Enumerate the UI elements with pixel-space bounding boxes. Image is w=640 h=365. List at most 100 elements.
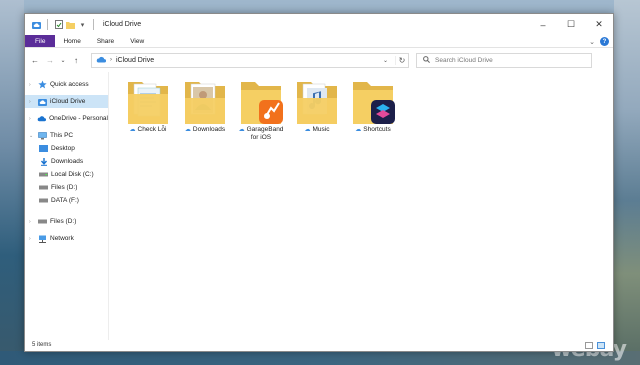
- sidebar-item-quick-access[interactable]: › Quick access: [25, 78, 108, 91]
- ribbon-tabs: File Home Share View ⌄ ?: [25, 35, 613, 48]
- sidebar-item-label: Network: [50, 235, 74, 242]
- view-toggle: [585, 341, 613, 349]
- toolbar-divider: [93, 19, 94, 30]
- sidebar-item-files-d[interactable]: Files (D:): [25, 181, 108, 194]
- breadcrumb-separator-icon[interactable]: ›: [110, 57, 112, 63]
- icloud-folder-icon: [32, 20, 41, 29]
- desktop-wallpaper-right: [614, 0, 640, 365]
- window-controls: – ☐ ✕: [529, 14, 613, 35]
- cloud-status-icon: ☁: [238, 127, 245, 133]
- folder-name: Music: [312, 126, 330, 133]
- cloud-status-icon: ☁: [304, 127, 311, 133]
- quick-access-toolbar: ▾ iCloud Drive: [25, 19, 141, 30]
- folder-label: ☁ Check Lỗi: [120, 126, 176, 134]
- drive-icon: [39, 183, 48, 192]
- sidebar-item-label: Files (D:): [50, 218, 77, 225]
- tab-home[interactable]: Home: [55, 35, 88, 47]
- folder-item[interactable]: ☁ GarageBand for iOS: [233, 74, 289, 142]
- expand-ribbon-icon[interactable]: ⌄: [589, 38, 595, 46]
- drive-icon: [39, 170, 48, 179]
- refresh-icon[interactable]: ↻: [395, 55, 408, 65]
- folder-item[interactable]: ☁ Check Lỗi: [120, 74, 176, 134]
- up-button[interactable]: ↑: [70, 53, 82, 67]
- chevron-right-icon[interactable]: ›: [29, 219, 35, 225]
- explorer-body: › Quick access › iCloud Drive › OneDrive…: [25, 72, 613, 340]
- title-bar[interactable]: ▾ iCloud Drive – ☐ ✕: [25, 14, 613, 35]
- pc-icon: [38, 131, 47, 140]
- status-bar: 5 items: [25, 339, 613, 351]
- minimize-button[interactable]: –: [529, 14, 557, 35]
- forward-button[interactable]: →: [44, 53, 56, 67]
- breadcrumb-icloud-drive[interactable]: iCloud Drive: [116, 57, 154, 64]
- cloud-status-icon: ☁: [129, 127, 136, 133]
- ribbon-controls: ⌄ ?: [589, 36, 609, 47]
- search-input[interactable]: Search iCloud Drive: [416, 52, 592, 68]
- drive-icon: [39, 196, 48, 205]
- sidebar-item-label: Local Disk (C:): [51, 171, 94, 178]
- sidebar-item-local-disk-c[interactable]: Local Disk (C:): [25, 168, 108, 181]
- cloud-icon: [96, 56, 107, 65]
- sidebar-item-label: OneDrive - Personal: [49, 115, 108, 122]
- sidebar-item-icloud-drive[interactable]: › iCloud Drive: [25, 95, 108, 108]
- download-icon: [39, 157, 48, 166]
- chevron-right-icon[interactable]: ›: [29, 116, 34, 122]
- onedrive-icon: [37, 114, 47, 123]
- properties-icon[interactable]: [54, 20, 63, 29]
- folder-icon: [349, 74, 397, 126]
- folder-icon: [237, 74, 285, 126]
- navigation-bar: ← → ⌄ ↑ › iCloud Drive ⌄ ↻ Search iCloud…: [25, 48, 613, 72]
- star-icon: [38, 80, 47, 89]
- tab-file[interactable]: File: [25, 35, 56, 47]
- chevron-right-icon[interactable]: ›: [29, 236, 35, 242]
- sidebar-item-label: Downloads: [51, 158, 84, 165]
- network-icon: [38, 234, 47, 243]
- folder-item[interactable]: ☁ Music: [289, 74, 345, 134]
- folder-name: Check Lỗi: [137, 126, 167, 133]
- folder-name-line2: for iOS: [250, 134, 272, 141]
- sidebar-item-label: Files (D:): [51, 184, 78, 191]
- sidebar-item-downloads[interactable]: Downloads: [25, 155, 108, 168]
- folder-item[interactable]: ☁ Shortcuts: [345, 74, 401, 134]
- folder-name: Shortcuts: [363, 126, 391, 133]
- recent-locations-chevron-icon[interactable]: ⌄: [59, 53, 67, 67]
- tab-share[interactable]: Share: [89, 35, 122, 47]
- sidebar-item-label: iCloud Drive: [50, 98, 86, 105]
- folder-label: ☁ Downloads: [177, 126, 233, 134]
- file-explorer-window: ▾ iCloud Drive – ☐ ✕ File Home Share Vie…: [24, 13, 614, 352]
- chevron-right-icon[interactable]: ›: [29, 82, 35, 88]
- sidebar-item-label: This PC: [50, 132, 74, 139]
- folder-icon: [293, 74, 341, 126]
- back-button[interactable]: ←: [29, 53, 41, 67]
- chevron-right-icon[interactable]: ›: [29, 99, 35, 105]
- chevron-down-icon[interactable]: ⌄: [29, 133, 35, 139]
- window-title: iCloud Drive: [103, 21, 142, 28]
- close-button[interactable]: ✕: [585, 14, 613, 35]
- navigation-pane: › Quick access › iCloud Drive › OneDrive…: [25, 72, 109, 340]
- folder-label: ☁ Shortcuts: [345, 126, 401, 134]
- sidebar-item-data-f[interactable]: DATA (F:): [25, 194, 108, 207]
- sidebar-item-desktop[interactable]: Desktop: [25, 142, 108, 155]
- search-placeholder: Search iCloud Drive: [435, 56, 493, 64]
- sidebar-item-files-d-drive[interactable]: › Files (D:): [25, 215, 108, 228]
- folder-icon: [124, 74, 172, 126]
- folder-name: GarageBand: [246, 126, 284, 133]
- large-icons-view-button[interactable]: [597, 341, 605, 349]
- address-bar[interactable]: › iCloud Drive ⌄ ↻: [91, 52, 409, 68]
- folder-item[interactable]: ☁ Downloads: [177, 74, 233, 134]
- desktop-icon: [39, 144, 48, 153]
- details-view-button[interactable]: [585, 341, 593, 349]
- folder-label: ☁ GarageBand: [233, 126, 289, 134]
- new-folder-icon[interactable]: [66, 20, 75, 29]
- sidebar-item-network[interactable]: › Network: [25, 232, 108, 245]
- folder-icon: [181, 74, 229, 126]
- search-icon: [423, 55, 430, 65]
- folder-label: ☁ Music: [289, 126, 345, 134]
- cloud-icon: [38, 97, 47, 106]
- tab-view[interactable]: View: [122, 35, 152, 47]
- customize-toolbar-chevron-icon[interactable]: ▾: [78, 20, 87, 29]
- sidebar-item-this-pc[interactable]: ⌄ This PC: [25, 129, 108, 142]
- maximize-button[interactable]: ☐: [557, 14, 585, 35]
- help-icon[interactable]: ?: [600, 37, 609, 46]
- address-dropdown-icon[interactable]: ⌄: [380, 57, 391, 64]
- sidebar-item-onedrive[interactable]: › OneDrive - Personal: [25, 112, 108, 125]
